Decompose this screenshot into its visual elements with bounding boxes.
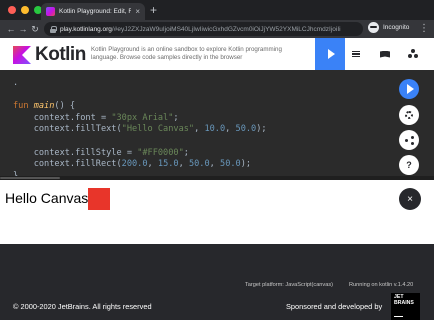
learn-button[interactable]	[370, 38, 400, 70]
new-tab-button[interactable]: +	[150, 3, 157, 17]
examples-list-button[interactable]	[341, 38, 371, 70]
canvas-output-panel: Hello Canvas ×	[0, 180, 434, 244]
code-line[interactable]	[13, 90, 267, 102]
code-token: 50.0	[220, 159, 241, 170]
code-token: context.fillRect(	[13, 159, 122, 170]
code-token: .	[13, 78, 19, 88]
code-token: fun	[13, 101, 34, 112]
code-token: context.font =	[13, 112, 112, 123]
share-icon	[404, 135, 414, 145]
lock-icon[interactable]	[50, 25, 57, 33]
kotlin-logo-icon	[13, 46, 31, 64]
kotlin-logo[interactable]: Kotlin	[13, 44, 86, 66]
window-minimize-control[interactable]	[21, 6, 29, 14]
footer: © 2000-2020 JetBrains. All rights reserv…	[0, 294, 434, 320]
forward-arrow-icon[interactable]: →	[17, 24, 29, 34]
jetbrains-logo[interactable]: JET BRAINS	[391, 293, 420, 320]
kotlin-favicon-icon	[46, 7, 55, 16]
code-token: );	[240, 159, 252, 170]
list-icon	[352, 50, 360, 58]
run-button[interactable]	[399, 79, 419, 99]
editor-scroll-thumb[interactable]	[0, 177, 60, 179]
kotlin-version-text: Running on kotlin v.1.4.20	[349, 282, 414, 288]
window-controls	[8, 6, 42, 14]
code-token: () {	[54, 101, 76, 112]
canvas-output-rect	[88, 188, 110, 210]
code-token: 50.0	[188, 159, 210, 170]
code-line[interactable]: fun main() {	[13, 101, 267, 113]
code-token: ,	[147, 159, 158, 170]
url-host: play.kotlinlang.org	[60, 25, 112, 33]
code-area[interactable]: . fun main() { context.font = "30px Aria…	[13, 78, 267, 182]
code-line[interactable]: context.fillRect(200.0, 15.0, 50.0, 50.0…	[13, 159, 267, 171]
share-examples-button[interactable]	[398, 38, 428, 70]
help-button[interactable]: ?	[399, 155, 419, 175]
share-button[interactable]	[399, 130, 419, 150]
incognito-icon	[368, 22, 379, 33]
copyright-text: © 2000-2020 JetBrains. All rights reserv…	[13, 302, 152, 311]
window-close-control[interactable]	[8, 6, 16, 14]
code-editor[interactable]: . fun main() { context.font = "30px Aria…	[0, 70, 434, 182]
logo-text: Kotlin	[35, 44, 86, 65]
code-line[interactable]: context.font = "30px Arial";	[13, 113, 267, 125]
tab-title: Kotlin Playground: Edit, Run, Sh…	[59, 8, 132, 15]
code-token: ,	[225, 124, 236, 135]
code-token: "30px Arial"	[111, 112, 174, 123]
code-token: ,	[209, 159, 221, 170]
code-token: context.fillStyle =	[13, 147, 138, 158]
incognito-label: Incognito	[383, 24, 410, 31]
site-header: Kotlin Kotlin Playground is an online sa…	[0, 38, 434, 70]
code-token: "#FF0000"	[137, 147, 184, 158]
code-token: ;	[183, 147, 189, 158]
code-line[interactable]: .	[13, 78, 267, 90]
target-platform-text: Target platform: JavaScript(canvas)	[245, 282, 333, 288]
back-arrow-icon[interactable]: ←	[5, 24, 17, 34]
code-token: main	[33, 101, 55, 112]
browser-menu-icon[interactable]: ⋮	[419, 23, 429, 35]
sponsor-text: Sponsored and developed by	[286, 302, 383, 311]
code-token: 200.0	[121, 159, 148, 170]
play-icon	[327, 49, 335, 59]
code-token: 10.0	[204, 124, 226, 135]
code-token: ,	[178, 159, 189, 170]
code-token: 50.0	[235, 124, 257, 135]
code-token: ;	[173, 112, 179, 123]
url-text: play.kotlinlang.org/#eyJ2ZXJzaW9uIjoiMS4…	[60, 26, 341, 33]
code-token: 15.0	[157, 159, 179, 170]
play-icon	[406, 84, 414, 94]
jetbrains-logo-text: JET BRAINS	[394, 294, 414, 306]
browser-tab[interactable]: Kotlin Playground: Edit, Run, Sh… ×	[41, 3, 145, 20]
browser-tab-bar: Kotlin Playground: Edit, Run, Sh… × +	[0, 0, 434, 20]
status-bar: Target platform: JavaScript(canvas) Runn…	[0, 282, 434, 292]
address-bar[interactable]: play.kotlinlang.org/#eyJ2ZXJzaW9uIjoiMS4…	[44, 22, 363, 36]
header-description: Kotlin Playground is an online sandbox t…	[91, 46, 282, 61]
code-token: "Hello Canvas"	[121, 124, 195, 135]
plugin-icon	[408, 49, 418, 59]
tab-close-icon[interactable]: ×	[135, 7, 140, 16]
code-token: );	[256, 124, 267, 135]
code-line[interactable]	[13, 136, 267, 148]
code-token: context.fillText(	[13, 124, 122, 135]
code-token: ,	[194, 124, 205, 135]
reload-icon[interactable]: ↻	[29, 24, 41, 34]
canvas-output-text: Hello Canvas	[5, 190, 89, 206]
settings-button[interactable]	[399, 105, 419, 125]
browser-toolbar: ← → ↻ play.kotlinlang.org/#eyJ2ZXJzaW9uI…	[0, 20, 434, 38]
book-icon	[380, 50, 390, 58]
jetbrains-logo-bar	[394, 315, 403, 317]
gear-icon	[405, 111, 413, 119]
code-line[interactable]: context.fillStyle = "#FF0000";	[13, 148, 267, 160]
code-line[interactable]: context.fillText("Hello Canvas", 10.0, 5…	[13, 124, 267, 136]
incognito-profile[interactable]: Incognito	[368, 22, 409, 33]
close-output-button[interactable]: ×	[399, 188, 421, 210]
url-path: /#eyJ2ZXJzaW9uIjoiMS40LjIwIiwicGxhdGZvcm…	[111, 25, 341, 33]
